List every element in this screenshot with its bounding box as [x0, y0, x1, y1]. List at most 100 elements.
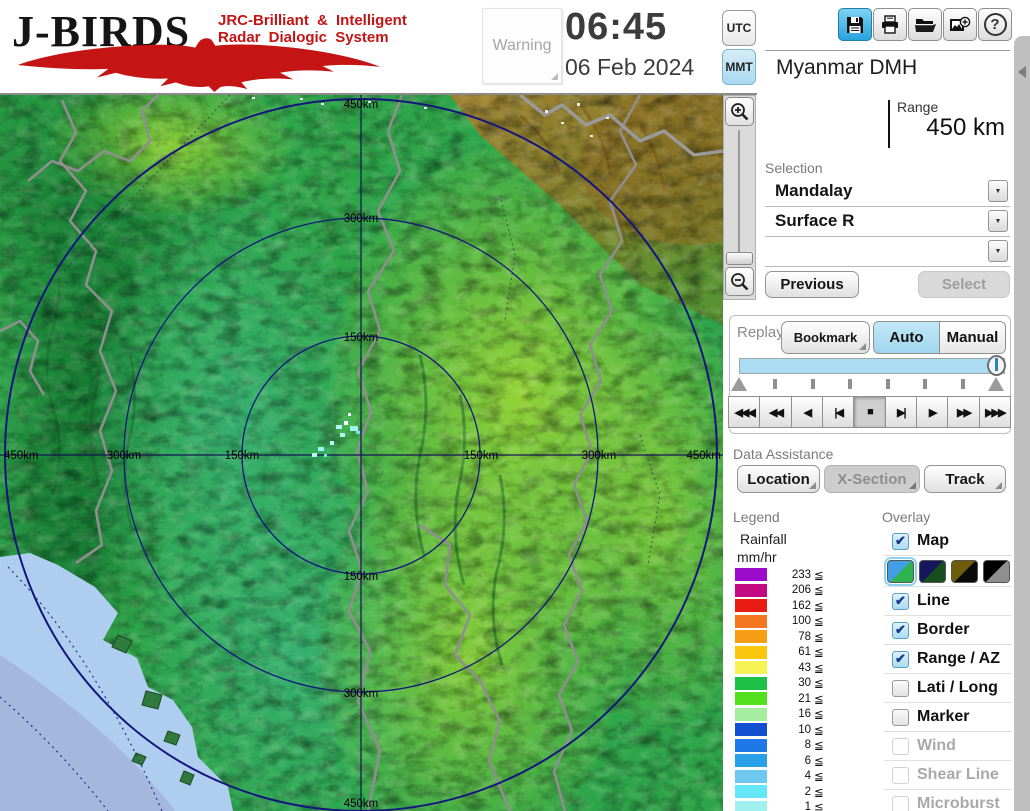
- playback-button-0[interactable]: ◀◀◀: [728, 396, 760, 428]
- timezone-mmt-button[interactable]: MMT: [722, 49, 756, 85]
- legend-threshold-value: 206: [767, 584, 811, 596]
- checkbox-line[interactable]: ✔: [892, 593, 909, 610]
- overlay-item-range-az[interactable]: ✔ Range / AZ: [884, 645, 1012, 674]
- selection-product-value: Surface R: [775, 211, 854, 231]
- track-button[interactable]: Track: [924, 465, 1006, 493]
- dropdown-button[interactable]: ▼: [988, 240, 1008, 262]
- timeline-slider-track[interactable]: [739, 358, 1005, 374]
- playback-button-5[interactable]: ▶|: [885, 396, 917, 428]
- collapse-arrow-icon: [1018, 66, 1026, 78]
- legend-threshold-value: 16: [767, 708, 811, 720]
- checkbox-marker[interactable]: [892, 709, 909, 726]
- jbirds-application-window: 450km 300km 150km 150km 300km 450km 450k…: [0, 0, 1030, 811]
- overlay-item-border[interactable]: ✔ Border: [884, 616, 1012, 645]
- timeline-end-marker[interactable]: [988, 377, 1004, 391]
- help-icon: ?: [984, 13, 1007, 36]
- zoom-in-button[interactable]: [725, 97, 754, 126]
- legend-scale: 233≦206≦162≦100≦78≦61≦43≦30≦21≦16≦10≦8≦6…: [735, 567, 830, 811]
- overlay-item-label: Line: [917, 592, 950, 610]
- checkbox-range-az[interactable]: ✔: [892, 651, 909, 668]
- print-button[interactable]: [873, 8, 907, 41]
- timeline-slider-handle[interactable]: [987, 355, 1006, 376]
- legend-threshold-value: 43: [767, 662, 811, 674]
- location-button[interactable]: Location: [737, 465, 820, 493]
- dropdown-button[interactable]: ▼: [988, 210, 1008, 232]
- overlay-item-label: Wind: [917, 737, 956, 755]
- panel-collapse-strip[interactable]: [1014, 36, 1030, 811]
- legend-row-30: 30≦: [735, 676, 830, 692]
- timeline-tick: [811, 379, 815, 389]
- overlay-item-wind[interactable]: Wind: [884, 732, 1012, 761]
- selection-dropdown-product[interactable]: Surface R ▼: [765, 208, 1010, 237]
- open-folder-button[interactable]: [908, 8, 942, 41]
- print-icon: [880, 15, 900, 35]
- corner-grip-icon: [859, 343, 866, 350]
- zoom-slider-handle[interactable]: [726, 252, 753, 265]
- warning-button[interactable]: Warning: [482, 8, 562, 84]
- playback-button-4[interactable]: ■: [853, 396, 885, 428]
- select-button[interactable]: Select: [918, 271, 1010, 298]
- x-section-button[interactable]: X-Section: [824, 465, 920, 493]
- timeline-start-marker[interactable]: [731, 377, 747, 391]
- map-style-button-style-navy-darkgreen[interactable]: [919, 560, 946, 583]
- overlay-item-label: Border: [917, 621, 969, 639]
- help-button[interactable]: ?: [978, 8, 1012, 41]
- less-equal-symbol: ≦: [814, 800, 824, 811]
- magnifier-minus-icon: [730, 272, 750, 292]
- add-image-button[interactable]: [943, 8, 977, 41]
- checkbox-lati-long[interactable]: [892, 680, 909, 697]
- map-style-button-style-olive-black[interactable]: [951, 560, 978, 583]
- selection-dropdown-extra[interactable]: ▼: [765, 238, 1010, 267]
- overlay-item-lati-long[interactable]: Lati / Long: [884, 674, 1012, 703]
- legend-color-swatch: [735, 723, 767, 736]
- legend-threshold-value: 233: [767, 569, 811, 581]
- station-name: Myanmar DMH: [776, 56, 917, 80]
- legend-threshold-value: 8: [767, 739, 811, 751]
- svg-text:300km: 300km: [107, 450, 142, 462]
- playback-button-2[interactable]: ◀: [791, 396, 823, 428]
- overlay-item-label: Lati / Long: [917, 679, 998, 697]
- playback-button-7[interactable]: ▶▶: [947, 396, 979, 428]
- svg-text:150km: 150km: [225, 450, 260, 462]
- checkbox-border[interactable]: ✔: [892, 622, 909, 639]
- range-value: 450 km: [860, 114, 1005, 142]
- playback-button-6[interactable]: ▶: [916, 396, 948, 428]
- timezone-utc-button[interactable]: UTC: [722, 10, 756, 46]
- zoom-slider-track[interactable]: [738, 130, 740, 254]
- zoom-out-button[interactable]: [725, 267, 754, 296]
- save-button[interactable]: [838, 8, 872, 41]
- previous-button[interactable]: Previous: [765, 271, 859, 298]
- overlay-item-line[interactable]: ✔ Line: [884, 587, 1012, 616]
- selection-dropdown-site[interactable]: Mandalay ▼: [765, 178, 1010, 207]
- less-equal-symbol: ≦: [814, 645, 824, 659]
- svg-text:150km: 150km: [344, 332, 379, 344]
- legend-row-16: 16≦: [735, 707, 830, 723]
- svg-text:450km: 450km: [4, 450, 39, 462]
- bookmark-button[interactable]: Bookmark: [781, 321, 870, 354]
- less-equal-symbol: ≦: [814, 754, 824, 768]
- playback-button-3[interactable]: |◀: [822, 396, 854, 428]
- legend-row-162: 162≦: [735, 598, 830, 614]
- svg-text:150km: 150km: [344, 571, 379, 583]
- checkbox-map[interactable]: ✔: [892, 533, 909, 550]
- map-style-button-style-black-gray[interactable]: [983, 560, 1010, 583]
- overlay-item-microburst[interactable]: Microburst: [884, 790, 1012, 811]
- playback-button-1[interactable]: ◀◀: [759, 396, 791, 428]
- magnifier-plus-icon: [730, 102, 750, 122]
- svg-text:300km: 300km: [344, 213, 379, 225]
- location-label: Location: [747, 471, 810, 488]
- auto-mode-button[interactable]: Auto: [874, 322, 940, 353]
- overlay-item-map[interactable]: ✔Map: [884, 527, 1012, 556]
- manual-mode-button[interactable]: Manual: [940, 322, 1005, 353]
- dropdown-button[interactable]: ▼: [988, 180, 1008, 202]
- overlay-item-label: Range / AZ: [917, 650, 1000, 668]
- chevron-down-icon: ▼: [995, 188, 1002, 195]
- map-style-button-style-blue-green[interactable]: [887, 560, 914, 583]
- warning-label: Warning: [493, 37, 552, 55]
- less-equal-symbol: ≦: [814, 676, 824, 690]
- add-image-icon: [949, 15, 971, 35]
- overlay-item-shear-line[interactable]: Shear Line: [884, 761, 1012, 790]
- overlay-item-marker[interactable]: Marker: [884, 703, 1012, 732]
- radar-map-viewport[interactable]: 450km 300km 150km 150km 300km 450km 450k…: [0, 95, 723, 811]
- playback-button-8[interactable]: ▶▶▶: [979, 396, 1011, 428]
